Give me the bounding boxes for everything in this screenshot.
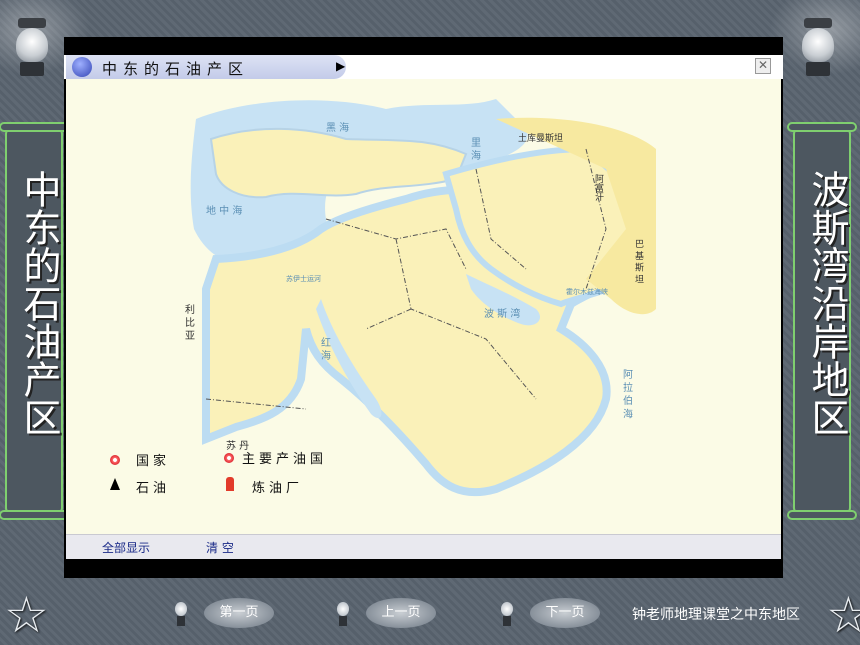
label-libya: 利 比 亚 [183,304,195,341]
nav-lamp-icon [174,600,188,628]
footer-bar: 全部显示 清 空 [66,534,781,559]
first-page-button[interactable]: 第一页 [204,598,274,628]
window-title: 中东的石油产区 [102,60,250,78]
lamp-decoration-left [14,18,50,78]
nav-lamp-icon [336,600,350,628]
label-caspian: 里 海 [469,137,481,161]
label-afghanistan: 阿富汗 [593,174,604,202]
credit-text: 钟老师地理课堂之中东地区 [632,607,800,623]
label-black-sea: 黑 海 [326,121,349,134]
label-turkmenistan: 土库曼斯坦 [518,132,563,144]
refinery-icon [226,477,234,491]
major-oil-country-marker-icon [224,453,234,463]
left-panel-text: 中东的石油产区 [17,170,61,436]
legend-major-oil-country: 主要产油国 [242,452,328,467]
lamp-decoration-right [800,18,836,78]
legend-oil: 石油 [136,481,171,496]
next-page-button[interactable]: 下一页 [530,598,600,628]
legend-refinery: 炼油厂 [252,481,304,496]
label-mediterranean: 地 中 海 [206,204,242,217]
label-arabian-sea: 阿 拉 伯 海 [621,369,633,420]
close-button[interactable]: ✕ [755,58,771,74]
oil-icon [110,478,120,490]
title-tab: 中东的石油产区 [66,55,346,79]
country-marker-icon [110,455,120,465]
show-all-button[interactable]: 全部显示 [102,539,150,556]
left-side-panel: 中东的石油产区 [0,122,69,520]
middle-east-map: 黑 海 里 海 土库曼斯坦 阿富汗 巴 基 斯 坦 地 中 海 利 比 亚 苏 … [183,99,656,497]
star-decoration-left: ☆ [4,586,49,644]
label-pakistan: 巴 基 斯 坦 [633,239,644,284]
label-hormuz: 霍尔木兹海峡 [566,287,608,296]
label-persian-gulf: 波 斯 湾 [484,307,520,320]
clear-button[interactable]: 清 空 [206,539,234,556]
right-panel-text: 波斯湾沿岸地区 [805,170,849,436]
play-arrow-icon[interactable]: ▶ [336,59,345,73]
map-content: 黑 海 里 海 土库曼斯坦 阿富汗 巴 基 斯 坦 地 中 海 利 比 亚 苏 … [66,79,781,534]
right-side-panel: 波斯湾沿岸地区 [787,122,857,520]
label-suez: 苏伊士运河 [286,274,321,283]
app-logo-icon [72,57,92,77]
star-decoration-right: ☆ [826,586,860,644]
prev-page-button[interactable]: 上一页 [366,598,436,628]
map-window: 中东的石油产区 ▶ ✕ 黑 海 里 海 土库曼斯坦 阿富汗 巴 基 斯 坦 地 … [64,37,783,578]
legend-country: 国家 [136,454,171,469]
label-red-sea: 红 海 [319,336,331,361]
nav-lamp-icon [500,600,514,628]
title-bar: 中东的石油产区 ▶ ✕ [64,55,783,79]
